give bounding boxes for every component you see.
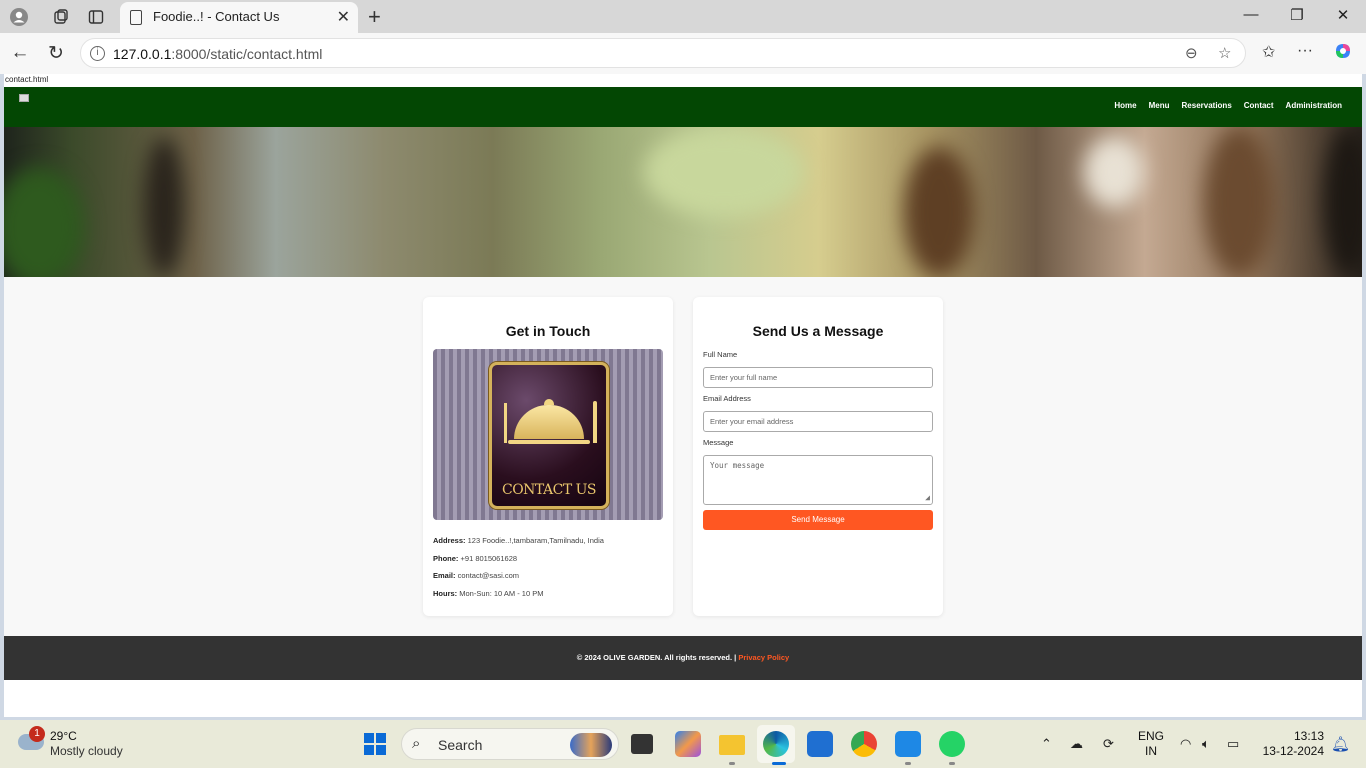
site-info-icon[interactable]: i [90,46,105,61]
nav-menu[interactable]: Menu [1149,101,1170,110]
active-tab[interactable]: Foodie..! - Contact Us ✕ [120,2,358,33]
search-highlight-image [570,733,612,757]
get-in-touch-card: Get in Touch CONTACT US Address: 123 Foo… [423,297,673,616]
close-tab-icon[interactable]: ✕ [337,7,350,27]
battery-icon[interactable]: ▭ [1227,736,1239,752]
back-icon[interactable]: ← [8,42,32,64]
url-text[interactable]: 127.0.0.1:8000/static/contact.html [113,46,322,62]
footer-copyright: © 2024 OLIVE GARDEN. All rights reserved… [576,653,739,662]
more-options-icon[interactable]: ··· [1297,42,1313,60]
onedrive-cloud-icon[interactable]: ☁ [1070,736,1083,752]
page-filename-label: contact.html [4,74,1362,87]
message-textarea[interactable]: Your message ◢ [703,455,933,505]
full-name-label: Full Name [703,350,738,359]
resize-grip-icon[interactable]: ◢ [925,494,930,502]
windows-taskbar: 1 29°C Mostly cloudy ⌕ Search ⌃ ☁ ⟳ ENG I… [0,720,1366,768]
taskbar-search-box[interactable]: ⌕ Search [401,728,619,760]
taskbar-search-label: Search [438,737,483,753]
email-address-label: Email Address [703,394,751,403]
email-address-input[interactable]: Enter your email address [703,411,933,432]
browser-tab-strip: Foodie..! - Contact Us ✕ + — ❐ ✕ [0,0,1366,33]
sync-icon[interactable]: ⟳ [1103,736,1114,752]
address-line: Address: 123 Foodie..!,tambaram,Tamilnad… [433,536,604,545]
task-view-icon[interactable] [631,734,653,754]
profile-icon[interactable] [8,6,30,28]
volume-icon[interactable]: 🔈︎ [1202,736,1210,752]
start-button-windows-icon[interactable] [364,733,386,755]
contact-badge: CONTACT US [489,362,609,509]
page-favicon-icon [130,10,142,25]
nav-administration[interactable]: Administration [1286,101,1342,110]
full-name-input[interactable]: Enter your full name [703,367,933,388]
minimize-icon[interactable]: — [1241,6,1261,23]
weather-description[interactable]: Mostly cloudy [50,744,123,758]
fork-icon [504,403,507,443]
nav-home[interactable]: Home [1114,101,1136,110]
hero-banner-image [4,127,1362,277]
weather-notification-badge: 1 [29,726,45,742]
address-bar[interactable]: i 127.0.0.1:8000/static/contact.html ⊖ ☆ [80,38,1246,68]
page-viewport: contact.html Home Menu Reservations Cont… [4,74,1362,717]
input-language-indicator[interactable]: ENG IN [1138,729,1164,759]
wifi-icon[interactable]: ◠ [1180,736,1191,752]
nav-reservations[interactable]: Reservations [1182,101,1232,110]
tab-title: Foodie..! - Contact Us [153,9,280,24]
page-bottom-area [4,680,1362,717]
microsoft-store-icon[interactable] [807,731,833,757]
file-explorer-icon[interactable] [719,735,745,755]
restore-icon[interactable]: ❐ [1287,6,1307,24]
contact-us-image: CONTACT US [433,349,663,520]
contact-us-image-text: CONTACT US [501,482,597,498]
taskbar-clock[interactable]: 13:13 13-12-2024 [1258,729,1324,759]
hours-line: Hours: Mon-Sun: 10 AM - 10 PM [433,589,544,598]
weather-temperature[interactable]: 29°C [50,729,77,743]
search-icon: ⌕ [412,735,421,752]
cloche-icon [514,405,584,439]
site-navbar: Home Menu Reservations Contact Administr… [4,87,1362,127]
notification-bell-icon[interactable]: 🔔︎ [1331,735,1350,753]
broken-logo-image[interactable] [19,94,29,102]
get-in-touch-heading: Get in Touch [505,323,591,339]
send-message-button[interactable]: Send Message [703,510,933,530]
zoom-icon[interactable]: ⊖ [1185,44,1198,62]
whatsapp-icon[interactable] [939,731,965,757]
vscode-icon[interactable] [895,731,921,757]
send-message-card: Send Us a Message Full Name Enter your f… [693,297,943,616]
knife-icon [593,401,597,443]
close-window-icon[interactable]: ✕ [1333,6,1353,24]
message-label: Message [703,438,734,447]
phone-line: Phone: +91 8015061628 [433,554,518,563]
favorite-star-icon[interactable]: ☆ [1218,44,1231,62]
send-message-heading: Send Us a Message [752,323,884,339]
nav-contact[interactable]: Contact [1244,101,1274,110]
chrome-icon[interactable] [851,731,877,757]
email-line: Email: contact@sasi.com [433,571,519,580]
copilot-icon[interactable] [1333,41,1353,66]
favorites-icon[interactable]: ✩ [1262,42,1275,62]
address-bar-row: ← ↻ i 127.0.0.1:8000/static/contact.html… [0,33,1366,74]
reload-icon[interactable]: ↻ [44,42,68,65]
workspaces-icon[interactable] [50,6,72,28]
copilot-app-icon[interactable] [675,731,701,757]
new-tab-icon[interactable]: + [368,4,381,30]
show-hidden-icons-chevron-icon[interactable]: ⌃ [1041,736,1052,752]
site-footer: © 2024 OLIVE GARDEN. All rights reserved… [4,636,1362,680]
site-menu: Home Menu Reservations Contact Administr… [1114,101,1342,110]
edge-browser-icon[interactable] [763,731,789,757]
tab-actions-icon[interactable] [85,6,107,28]
privacy-policy-link[interactable]: Privacy Policy [738,653,789,662]
